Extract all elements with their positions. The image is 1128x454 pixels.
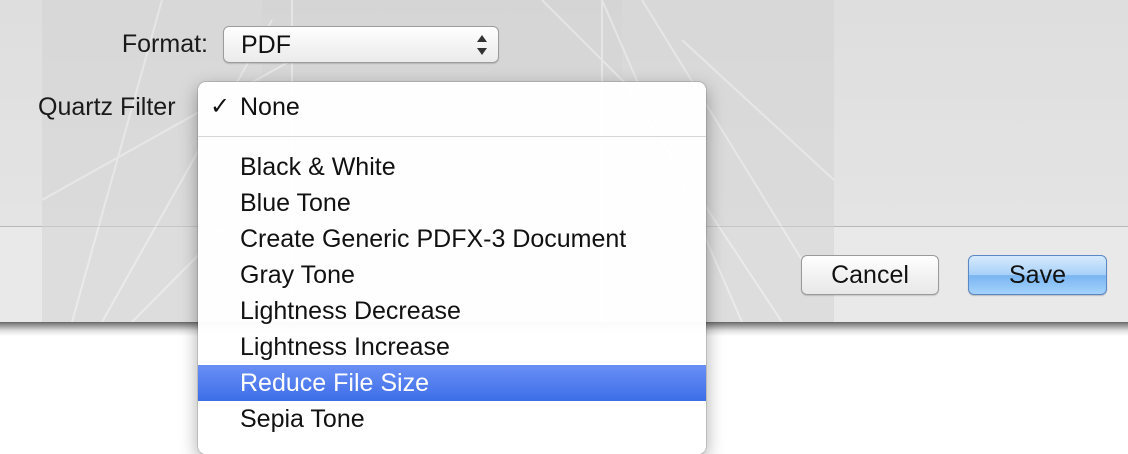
menu-item-label: Blue Tone [240,189,351,217]
up-down-arrows-icon [477,35,487,55]
menu-item-sepia-tone[interactable]: Sepia Tone [198,401,706,437]
menu-item-label: Create Generic PDFX-3 Document [240,225,627,253]
menu-item-label: Sepia Tone [240,405,365,433]
menu-item-label: Lightness Decrease [240,297,461,325]
cancel-button[interactable]: Cancel [801,255,939,295]
menu-item-label: Reduce File Size [240,369,429,397]
checkmark-icon: ✓ [210,93,231,120]
menu-item-label: Black & White [240,153,396,181]
format-popup-button[interactable]: PDF [223,26,499,63]
menu-item-black-white[interactable]: Black & White [198,149,706,185]
menu-item-label: Gray Tone [240,261,355,289]
menu-separator [198,136,706,137]
format-label: Format: [121,30,208,58]
menu-item-gray-tone[interactable]: Gray Tone [198,257,706,293]
menu-item-label: None [240,93,300,121]
menu-item-label: Lightness Increase [240,333,450,361]
quartz-filter-label: Quartz Filter [38,93,176,121]
menu-item-none[interactable]: ✓ None [198,89,706,125]
menu-item-blue-tone[interactable]: Blue Tone [198,185,706,221]
menu-item-lightness-increase[interactable]: Lightness Increase [198,329,706,365]
format-selected-value: PDF [241,31,291,59]
menu-item-lightness-decrease[interactable]: Lightness Decrease [198,293,706,329]
menu-item-create-generic-pdfx3[interactable]: Create Generic PDFX-3 Document [198,221,706,257]
quartz-filter-menu: ✓ None Black & White Blue Tone Create Ge… [198,82,706,454]
save-button[interactable]: Save [968,255,1107,295]
menu-item-reduce-file-size[interactable]: Reduce File Size [198,365,706,401]
